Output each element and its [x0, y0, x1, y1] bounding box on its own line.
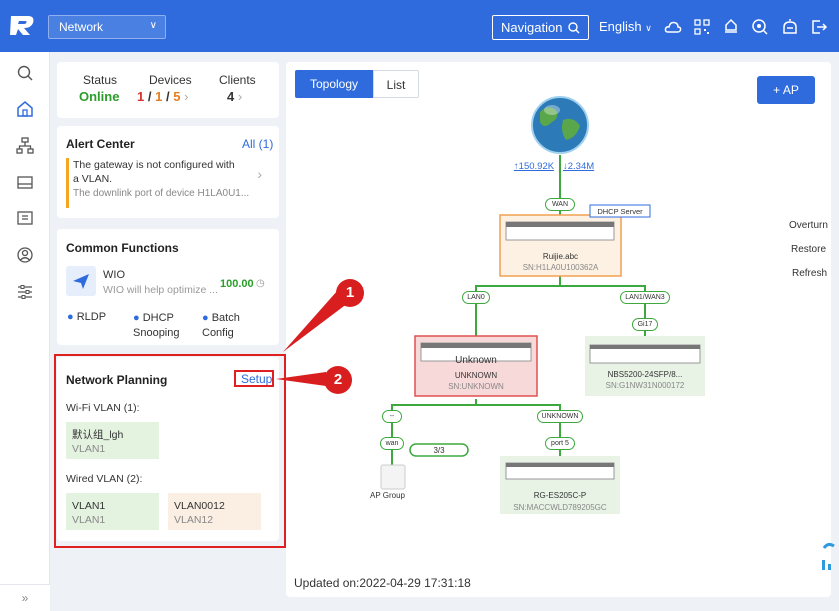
unknown-device-top — [421, 343, 531, 348]
nbs-sn: SN:G1NW31N000172 — [605, 381, 685, 390]
lan0-port-tag: LAN0 — [462, 291, 490, 304]
refresh-button[interactable]: Refresh — [792, 268, 827, 279]
unknown-title: Unknown — [455, 355, 497, 366]
ap-group-label: AP Group — [370, 491, 405, 500]
unknown-port-tag: -- — [382, 410, 402, 423]
updated-time: Updated on:2022-04-29 17:31:18 — [294, 576, 471, 590]
dhcp-server-label: DHCP Server — [597, 207, 643, 216]
wan-port-tag: wan — [380, 437, 404, 450]
unknown-port-tag: UNKNOWN — [537, 410, 583, 423]
unknown-name: UNKNOWN — [454, 371, 498, 380]
overturn-button[interactable]: Overturn — [789, 220, 828, 231]
es-name: RG-ES205C-P — [533, 491, 587, 500]
ap-group-icon[interactable] — [380, 464, 406, 490]
nbs-name: NBS5200-24SFP/8... — [607, 370, 683, 379]
upload-rate: ↑150.92K — [513, 161, 555, 172]
unknown-sn: SN:UNKNOWN — [448, 382, 504, 391]
highlight-setup — [234, 370, 274, 387]
internet-globe-icon — [531, 96, 589, 154]
gateway-sn: SN:H1LA0U100362A — [522, 263, 599, 272]
es-device-top — [506, 463, 614, 467]
lan1-wan3-port-tag: LAN1/WAN3 — [620, 291, 670, 304]
gateway-device-top — [506, 222, 614, 227]
wan-port-tag: WAN — [545, 198, 575, 211]
chat-assistant-icon[interactable] — [820, 542, 839, 574]
ap-count: 3/3 — [433, 446, 445, 455]
callout-2: 2 — [324, 366, 352, 394]
topology-links — [391, 155, 646, 465]
download-rate: ↓2.34M — [563, 161, 595, 172]
es-sn: SN:MACCWLD789205GC — [513, 503, 607, 512]
gi17-port-tag: Gi17 — [632, 318, 658, 331]
nbs-device-top — [590, 345, 700, 349]
restore-button[interactable]: Restore — [791, 244, 826, 255]
gateway-name: Ruijie.abc — [542, 252, 579, 261]
port5-tag: port 5 — [545, 437, 575, 450]
callout-1: 1 — [336, 279, 364, 307]
